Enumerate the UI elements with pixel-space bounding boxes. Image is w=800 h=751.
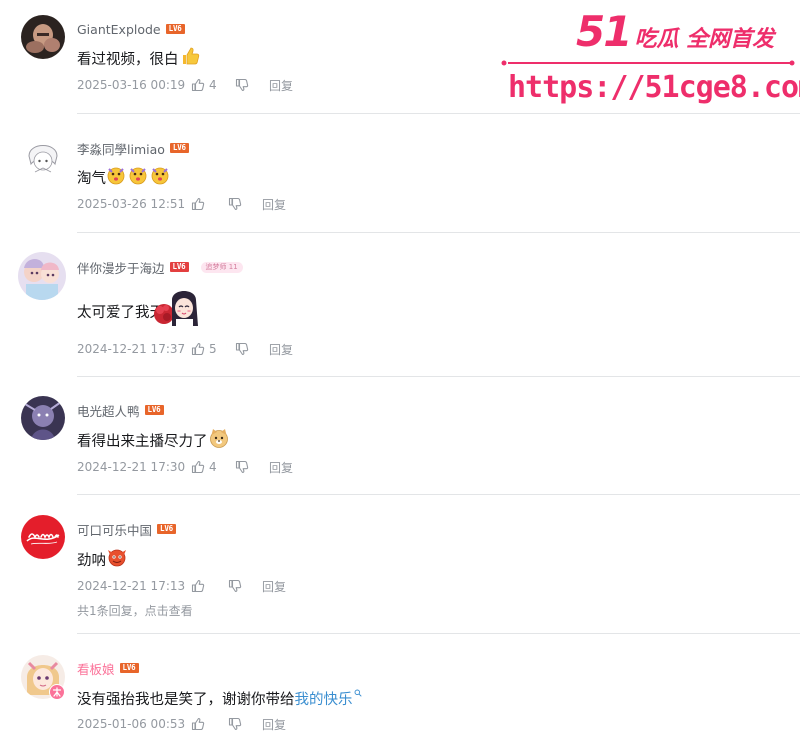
comment-content: 劲呐 [77, 548, 128, 570]
thumbs-up-icon [179, 45, 201, 71]
like-count: 4 [209, 78, 217, 92]
like-button[interactable]: 4 [191, 78, 235, 92]
like-button[interactable]: 5 [191, 342, 235, 356]
watermark-brand-number: 51 [576, 7, 632, 56]
comment-time: 2024-12-21 17:13 [77, 579, 186, 593]
fan-medal-badge: 追梦师 11 [200, 261, 243, 273]
thumbs-up-outline-icon [191, 342, 205, 356]
doge-icon [208, 427, 230, 453]
thumbs-down-outline-icon [235, 78, 249, 92]
thumbs-up-outline-icon [191, 579, 205, 593]
comment-content: 看过视频，很白 [77, 47, 201, 69]
username[interactable]: GiantExplode [77, 22, 161, 37]
watermark-brand: 51 吃瓜 全网首发 [576, 10, 774, 54]
like-button[interactable] [191, 579, 228, 593]
reply-button[interactable]: 回复 [269, 459, 293, 476]
avatar[interactable] [21, 515, 65, 559]
dislike-button[interactable] [235, 342, 269, 356]
reply-button[interactable]: 回复 [262, 716, 286, 733]
level-badge: LV6 [157, 524, 177, 534]
username[interactable]: 李淼同學limiao [77, 139, 165, 158]
dislike-button[interactable] [228, 579, 262, 593]
search-icon [354, 685, 362, 701]
divider [77, 376, 800, 377]
thumbs-down-outline-icon [235, 460, 249, 474]
avatar[interactable] [21, 15, 65, 59]
watermark-underline [501, 60, 795, 66]
dislike-button[interactable] [235, 460, 269, 474]
level-badge: LV6 [169, 262, 189, 272]
username[interactable]: 看板娘 [77, 659, 115, 678]
view-replies-link[interactable]: 共1条回复，点击查看 [77, 602, 193, 619]
thumbs-down-outline-icon [228, 717, 242, 731]
level-badge: LV6 [144, 405, 164, 415]
reply-button[interactable]: 回复 [269, 341, 293, 358]
reply-button[interactable]: 回复 [269, 77, 293, 94]
avatar[interactable] [21, 134, 65, 178]
reply-button[interactable]: 回复 [262, 578, 286, 595]
like-button[interactable]: 4 [191, 460, 235, 474]
divider [77, 494, 800, 495]
dislike-button[interactable] [235, 78, 269, 92]
divider [77, 113, 800, 114]
comment-content: 看得出来主播尽力了 [77, 429, 230, 451]
thumbs-up-outline-icon [191, 717, 205, 731]
watermark: 51 吃瓜 全网首发 https://51cge8.com [498, 8, 800, 112]
thumbs-down-outline-icon [228, 197, 242, 211]
username[interactable]: 电光超人鸭 [77, 401, 140, 420]
comment-content: 没有强抬我也是笑了，谢谢你带给 我的快乐 [77, 687, 362, 709]
search-keyword-link[interactable]: 我的快乐 [295, 688, 353, 709]
watermark-brand-text: 吃瓜 全网首发 [634, 27, 775, 52]
like-button[interactable] [191, 717, 228, 731]
like-count: 5 [209, 342, 217, 356]
red-creature-emote-icon [106, 546, 128, 572]
thumbs-down-outline-icon [235, 342, 249, 356]
thumbs-down-outline-icon [228, 579, 242, 593]
dislike-button[interactable] [228, 717, 262, 731]
avatar[interactable] [21, 396, 65, 440]
comment-time: 2024-12-21 17:37 [77, 342, 186, 356]
user-avatar-icon [18, 252, 66, 300]
dislike-button[interactable] [228, 197, 262, 211]
like-count: 4 [209, 460, 217, 474]
username[interactable]: 可口可乐中国 [77, 520, 152, 539]
thumbs-up-outline-icon [191, 78, 205, 92]
user-avatar-icon [21, 396, 65, 440]
watermark-url: https://51cge8.com [508, 70, 800, 105]
level-badge: LV6 [169, 143, 189, 153]
reply-button[interactable]: 回复 [262, 196, 286, 213]
divider [77, 633, 800, 634]
username[interactable]: 伴你漫步于海边 [77, 258, 165, 277]
cute-face-emote-icon [106, 164, 172, 190]
divider [77, 232, 800, 233]
comment-content: 淘气 [77, 166, 172, 188]
comment-time: 2025-03-26 12:51 [77, 197, 186, 211]
user-avatar-icon [21, 134, 65, 178]
comment-content: 太可爱了我天 [77, 288, 200, 334]
user-avatar-icon [21, 15, 65, 59]
comment-time: 2025-03-16 00:19 [77, 78, 186, 92]
thumbs-up-outline-icon [191, 197, 205, 211]
comment-time: 2024-12-21 17:30 [77, 460, 186, 474]
coca-cola-logo-avatar-icon [21, 515, 65, 559]
level-badge: LV6 [119, 663, 139, 673]
level-badge: LV6 [165, 24, 185, 34]
vip-badge-icon [49, 684, 65, 700]
comment-time: 2025-01-06 00:53 [77, 717, 186, 731]
thumbs-up-outline-icon [191, 460, 205, 474]
like-button[interactable] [191, 197, 228, 211]
anime-girl-sticker-icon [152, 286, 200, 336]
avatar[interactable] [18, 252, 66, 300]
